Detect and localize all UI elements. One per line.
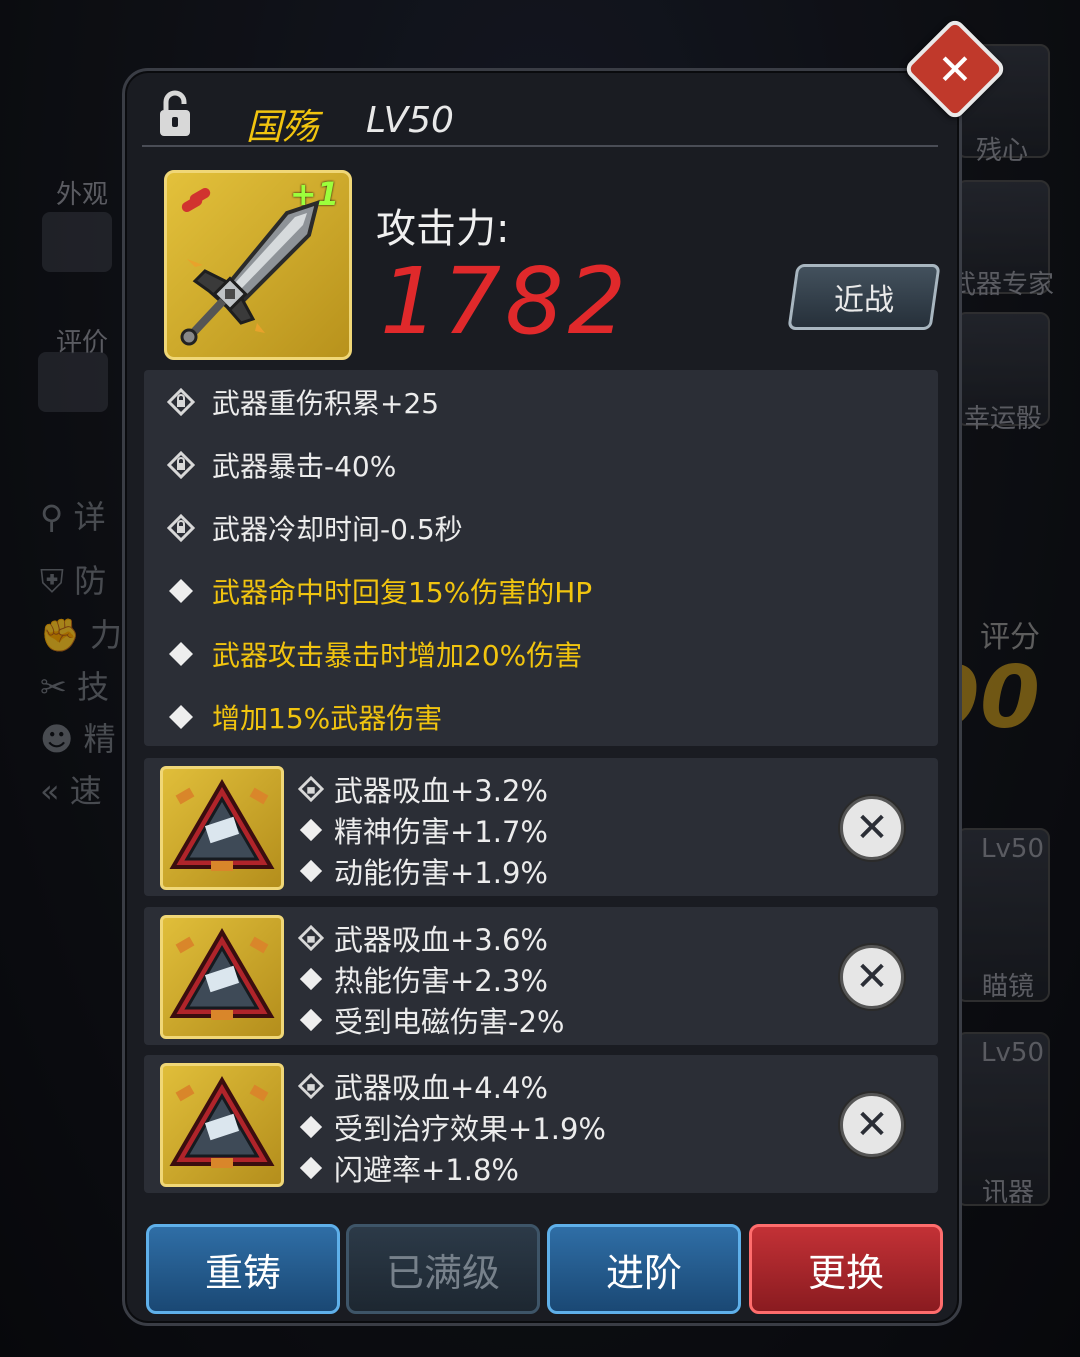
- close-icon: ✕: [855, 805, 889, 851]
- mod-stat-text: 武器吸血+4.4%: [334, 1071, 548, 1105]
- diamond-bullet-icon: [296, 964, 326, 994]
- lock-bullet-icon: [296, 1071, 326, 1101]
- weapon-level: LV50: [366, 100, 454, 141]
- recast-button[interactable]: 重铸: [146, 1224, 340, 1314]
- diamond-bullet-icon: [296, 1153, 326, 1183]
- mod-stat-text: 热能伤害+2.3%: [334, 964, 548, 998]
- mod-stat-line: 闪避率+1.8%: [296, 1149, 519, 1187]
- mod-stat-line: 受到电磁伤害-2%: [296, 1001, 564, 1039]
- max-level-button[interactable]: 已满级: [346, 1224, 540, 1314]
- stat-text: 武器暴击-40%: [212, 450, 397, 483]
- mod-slot-3: 武器吸血+4.4% 受到治疗效果+1.9% 闪避率+1.8% ✕: [144, 1055, 938, 1193]
- mod-stat-text: 受到治疗效果+1.9%: [334, 1112, 606, 1146]
- mod-stat-text: 武器吸血+3.2%: [334, 774, 548, 808]
- sword-icon: [180, 199, 320, 346]
- attack-label: 攻击力:: [376, 206, 510, 252]
- lock-bullet-icon: [166, 513, 196, 543]
- close-icon: ✕: [855, 1102, 889, 1148]
- mod-stat-line: 武器吸血+4.4%: [296, 1067, 548, 1105]
- stat-row: 增加15%武器伤害: [166, 697, 442, 737]
- mod-chip-icon: [169, 928, 275, 1020]
- mod-stat-line: 精神伤害+1.7%: [296, 811, 548, 849]
- mod-slot-2: 武器吸血+3.6% 热能伤害+2.3% 受到电磁伤害-2% ✕: [144, 907, 938, 1045]
- mod-stat-text: 精神伤害+1.7%: [334, 815, 548, 849]
- diamond-bullet-icon: [296, 815, 326, 845]
- diamond-bullet-icon: [166, 639, 196, 669]
- stat-text: 武器命中时回复15%伤害的HP: [212, 576, 593, 609]
- diamond-bullet-icon: [296, 1005, 326, 1035]
- stat-text: 增加15%武器伤害: [212, 702, 443, 735]
- remove-mod-button[interactable]: ✕: [840, 796, 904, 860]
- mod-stat-line: 动能伤害+1.9%: [296, 852, 548, 890]
- diamond-bullet-icon: [166, 702, 196, 732]
- title-divider: [142, 145, 938, 147]
- weapon-type-label: 近战: [834, 283, 894, 318]
- lock-bullet-icon: [166, 450, 196, 480]
- unlocked-lock-icon[interactable]: [158, 90, 192, 138]
- weapon-name: 国殇: [246, 107, 319, 148]
- close-icon: ✕: [855, 954, 889, 1000]
- stat-text: 武器重伤积累+25: [212, 387, 440, 420]
- mod-chip-icon: [169, 779, 275, 871]
- mod-stat-text: 闪避率+1.8%: [334, 1153, 519, 1187]
- attack-value: 1782: [380, 248, 631, 355]
- mod-stat-line: 武器吸血+3.2%: [296, 770, 548, 808]
- diamond-bullet-icon: [296, 1112, 326, 1142]
- lock-bullet-icon: [296, 923, 326, 953]
- mod-stat-line: 武器吸血+3.6%: [296, 919, 548, 957]
- advance-button[interactable]: 进阶: [547, 1224, 741, 1314]
- weapon-type-badge: 近战: [787, 264, 941, 330]
- close-icon: ✕: [937, 44, 973, 94]
- mod-slot-1: 武器吸血+3.2% 精神伤害+1.7% 动能伤害+1.9% ✕: [144, 758, 938, 896]
- mod-chip-thumbnail[interactable]: [160, 766, 284, 890]
- remove-mod-button[interactable]: ✕: [840, 1093, 904, 1157]
- stat-row: 武器冷却时间-0.5秒: [166, 508, 463, 548]
- stat-row: 武器重伤积累+25: [166, 382, 439, 422]
- lock-bullet-icon: [166, 387, 196, 417]
- lock-bullet-icon: [296, 774, 326, 804]
- mod-chip-thumbnail[interactable]: [160, 915, 284, 1039]
- mod-stat-text: 动能伤害+1.9%: [334, 856, 548, 890]
- stat-text: 武器冷却时间-0.5秒: [212, 513, 463, 546]
- mod-stat-line: 受到治疗效果+1.9%: [296, 1108, 606, 1146]
- stat-row: 武器命中时回复15%伤害的HP: [166, 571, 592, 611]
- weapon-stats-list: 武器重伤积累+25 武器暴击-40% 武器冷却时间-0.5秒 武器命中时回复15…: [144, 370, 938, 746]
- weapon-thumbnail: +1: [164, 170, 352, 360]
- diamond-bullet-icon: [166, 576, 196, 606]
- mod-chip-icon: [169, 1076, 275, 1168]
- mod-stat-text: 武器吸血+3.6%: [334, 923, 548, 957]
- diamond-bullet-icon: [296, 856, 326, 886]
- replace-button[interactable]: 更换: [749, 1224, 943, 1314]
- stat-row: 武器暴击-40%: [166, 445, 396, 485]
- stat-text: 武器攻击暴击时增加20%伤害: [212, 639, 583, 672]
- mod-chip-thumbnail[interactable]: [160, 1063, 284, 1187]
- mod-stat-line: 热能伤害+2.3%: [296, 960, 548, 998]
- mod-stat-text: 受到电磁伤害-2%: [334, 1005, 565, 1039]
- remove-mod-button[interactable]: ✕: [840, 945, 904, 1009]
- stat-row: 武器攻击暴击时增加20%伤害: [166, 634, 582, 674]
